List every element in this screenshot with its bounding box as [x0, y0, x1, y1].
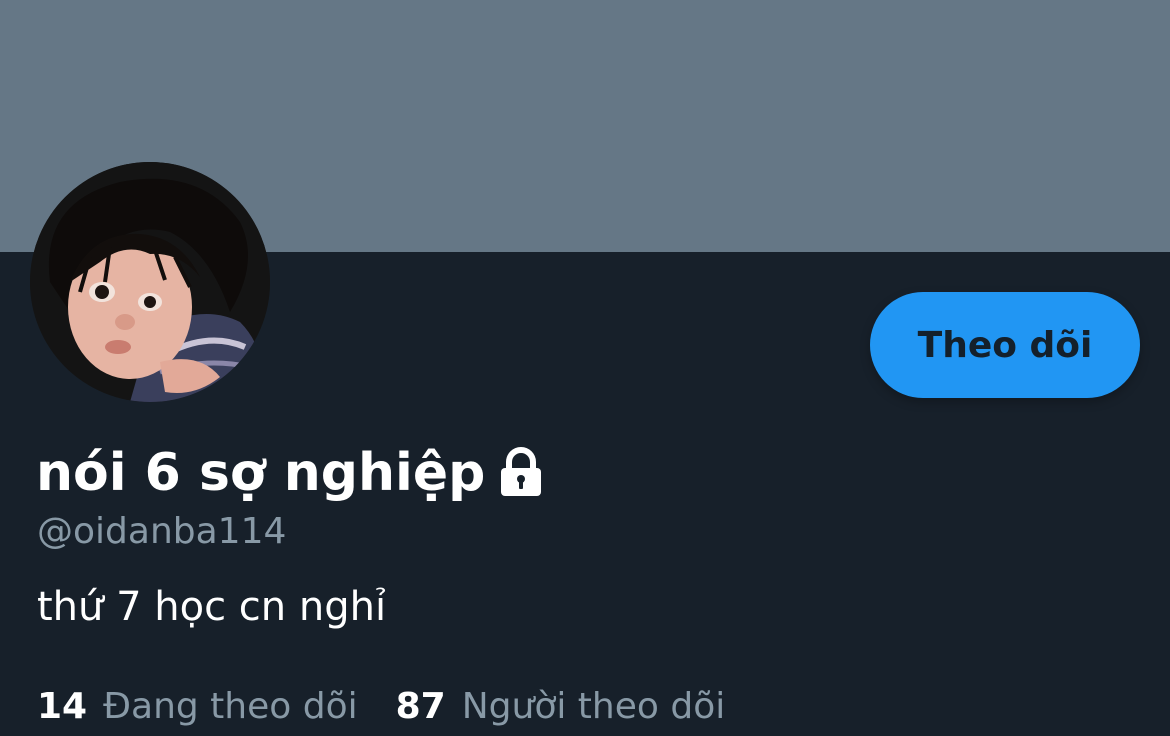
profile-stats: 14 Đang theo dõi 87 Người theo dõi — [37, 684, 725, 730]
lock-icon — [497, 447, 545, 499]
avatar-image — [30, 162, 270, 402]
followers-label: Người theo dõi — [461, 686, 726, 727]
display-name-row: nói 6 sợ nghiệp — [36, 438, 545, 508]
profile-handle: @oidanba114 — [37, 511, 287, 552]
avatar[interactable] — [30, 162, 270, 402]
following-label: Đang theo dõi — [103, 686, 358, 727]
follow-button[interactable]: Theo dõi — [870, 292, 1140, 398]
profile-bio: thứ 7 học cn nghỉ — [37, 584, 387, 630]
followers-count: 87 — [395, 686, 446, 727]
following-count: 14 — [37, 686, 88, 727]
display-name: nói 6 sợ nghiệp — [36, 443, 486, 503]
following-stat[interactable]: 14 Đang theo dõi — [37, 684, 358, 730]
followers-stat[interactable]: 87 Người theo dõi — [396, 684, 726, 730]
